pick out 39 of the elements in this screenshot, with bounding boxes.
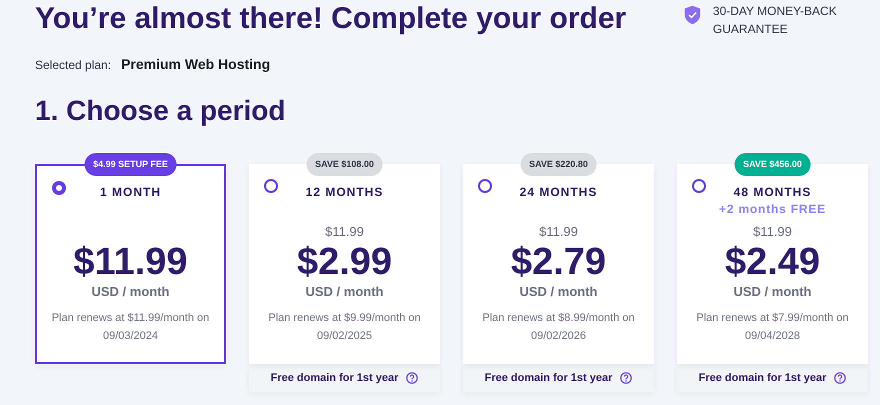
- price-unit: USD / month: [306, 283, 384, 301]
- plan-badge: $4.99 SETUP FEE: [84, 153, 177, 176]
- renewal-text: Plan renews at $8.99/month on 09/02/2026: [481, 311, 636, 344]
- radio-button[interactable]: [478, 179, 492, 193]
- plan-period: 24 MONTHS: [520, 184, 598, 200]
- renewal-text: Plan renews at $7.99/month on 09/04/2028: [695, 311, 850, 344]
- plan-period: 1 MONTH: [100, 184, 161, 200]
- plan-badge: SAVE $456.00: [734, 153, 811, 176]
- price-unit: USD / month: [520, 283, 598, 301]
- footer-text: Free domain for 1st year: [484, 372, 612, 384]
- section-title: 1. Choose a period: [35, 94, 286, 128]
- radio-button[interactable]: [264, 179, 278, 193]
- guarantee-text: 30-DAY MONEY-BACK GUARANTEE: [712, 3, 838, 38]
- footer-text: Free domain for 1st year: [270, 372, 398, 384]
- plan-price: $2.79: [510, 241, 606, 283]
- plan-badge: SAVE $108.00: [306, 153, 383, 176]
- plan-price: $2.49: [724, 241, 820, 283]
- selected-plan-name: Premium Web Hosting: [121, 56, 270, 72]
- page-title: You’re almost there! Complete your order: [35, 1, 626, 37]
- radio-button[interactable]: [52, 181, 66, 195]
- bonus-text: +2 months FREE: [719, 202, 826, 216]
- plan-price: $11.99: [73, 241, 188, 283]
- plan-price: $2.99: [296, 241, 392, 283]
- renewal-text: Plan renews at $11.99/month on 09/03/2024: [50, 311, 210, 344]
- help-icon[interactable]: [834, 372, 846, 384]
- plan-period: 48 MONTHS: [734, 184, 812, 200]
- help-icon[interactable]: [620, 372, 632, 384]
- old-price: $11.99: [325, 224, 364, 239]
- help-icon[interactable]: [406, 372, 418, 384]
- old-price: $11.99: [753, 224, 792, 239]
- renewal-text: Plan renews at $9.99/month on 09/02/2025: [267, 311, 422, 344]
- price-unit: USD / month: [734, 283, 812, 301]
- footer-text: Free domain for 1st year: [698, 372, 826, 384]
- radio-button[interactable]: [692, 179, 706, 193]
- plan-period: 12 MONTHS: [306, 184, 384, 200]
- selected-plan-label: Selected plan:: [35, 58, 112, 72]
- old-price: $11.99: [539, 224, 578, 239]
- plan-badge: SAVE $220.80: [520, 153, 597, 176]
- price-unit: USD / month: [92, 283, 170, 301]
